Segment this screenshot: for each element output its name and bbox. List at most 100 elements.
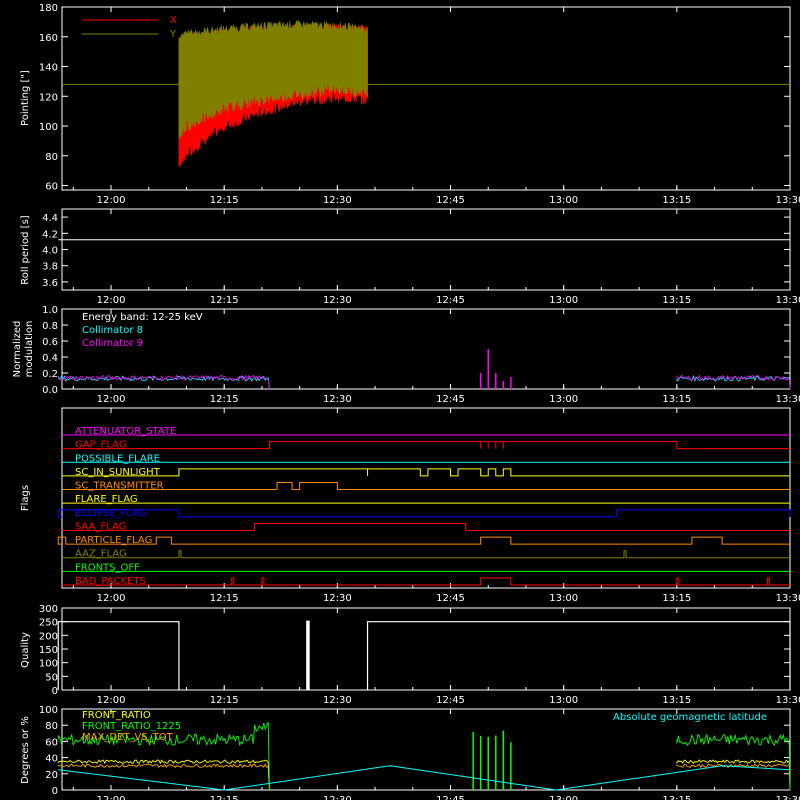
legend-label-collimator-8: Collimator 8 <box>82 325 143 336</box>
ratios-panel: 12:00 12:15 12:30 12:45 13:00 13:15 13:30 0 20 40… <box>20 705 800 800</box>
x-tick-label: 13:30 <box>776 394 800 405</box>
x-tick-label: 12:15 <box>210 695 239 706</box>
y-axis-label: modulation <box>24 321 35 378</box>
x-tick-label: 12:45 <box>436 394 465 405</box>
y-tick-label: 180 <box>39 3 58 14</box>
y-axis-label: Quality <box>20 632 31 668</box>
x-tick-label: 12:30 <box>323 795 352 800</box>
modulation-panel: 12:00 12:15 12:30 12:45 13:00 13:15 13:30 0.0 0.… <box>12 305 800 405</box>
quality-segment <box>306 620 310 690</box>
y-axis-label: Pointing ["] <box>20 70 31 126</box>
modulation-series-1 <box>57 374 270 390</box>
x-tick-label: 13:00 <box>549 795 578 800</box>
modulation-series-1 <box>676 374 791 390</box>
flag-label: FLARE_FLAG <box>75 494 138 505</box>
y-tick-label: 250 <box>39 618 58 629</box>
x-tick-label: 13:30 <box>776 695 800 706</box>
y-tick-label: 40 <box>45 754 58 765</box>
legend-label-max-det: MAX_DET_VS_TOT <box>82 732 174 743</box>
y-tick-label: 4.4 <box>42 213 58 224</box>
x-tick-label: 13:30 <box>776 295 800 306</box>
y-tick-label: 150 <box>39 645 58 656</box>
x-tick-label: 12:45 <box>436 593 465 604</box>
x-tick-label: 12:15 <box>210 295 239 306</box>
ratio-series-0 <box>57 759 270 791</box>
legend-label-latitude: Absolute geomagnetic latitude <box>613 712 767 723</box>
x-tick-label: 13:00 <box>549 695 578 706</box>
flag-trace-sc_transmitter <box>62 482 790 491</box>
latitude-curve <box>58 765 791 791</box>
y-tick-label: 0.2 <box>42 369 58 380</box>
x-tick-label: 13:15 <box>662 394 691 405</box>
x-tick-label: 12:45 <box>436 695 465 706</box>
chart-panels: 12:00 12:15 12:30 12:45 13:00 13:15 13:30 60 80 1… <box>12 3 800 800</box>
y-tick-label: 0.0 <box>42 385 58 396</box>
x-tick-label: 12:45 <box>436 795 465 800</box>
y-tick-label: 120 <box>39 92 58 103</box>
energy-band-label: Energy band: 12-25 keV <box>82 312 203 323</box>
y-tick-label: 4.2 <box>42 229 58 240</box>
y-tick-label: 100 <box>39 659 58 670</box>
x-tick-label: 12:00 <box>97 295 126 306</box>
legend-label-y: Y <box>169 29 177 40</box>
y-tick-label: 80 <box>45 721 58 732</box>
flags-panel: 12:00 12:15 12:30 12:45 13:00 13:15 13:30 Flags… <box>20 407 800 604</box>
y-tick-label: 60 <box>45 737 58 748</box>
quality-panel: 12:00 12:15 12:30 12:45 13:00 13:15 13:30 0 50 10… <box>20 604 800 706</box>
flag-trace-sc_in_sunlight <box>62 468 790 477</box>
x-tick-label: 12:15 <box>210 593 239 604</box>
y-tick-label: 1.0 <box>42 305 58 316</box>
flag-label: GAP_FLAG <box>75 440 127 451</box>
x-tick-label: 12:30 <box>323 695 352 706</box>
y-axis-label: Degrees or % <box>20 716 31 784</box>
y-tick-label: 0 <box>52 686 58 697</box>
y-axis-label: Roll period [s] <box>20 215 31 284</box>
y-tick-label: 300 <box>39 604 58 615</box>
x-tick-label: 12:30 <box>323 295 352 306</box>
legend-label-collimator-9: Collimator 9 <box>82 338 143 349</box>
x-tick-label: 12:30 <box>323 593 352 604</box>
flag-trace-gap_flag <box>62 441 790 450</box>
flag-label: BAD_PACKETS <box>75 576 146 587</box>
flag-trace-eclipse_flag <box>57 509 791 518</box>
x-tick-label: 13:15 <box>662 195 691 206</box>
flag-label: FRONTS_OFF <box>75 562 140 573</box>
y-tick-label: 0.8 <box>42 321 58 332</box>
y-tick-label: 0 <box>52 786 58 797</box>
quality-segment <box>366 621 791 690</box>
x-tick-label: 12:00 <box>97 695 126 706</box>
x-tick-label: 13:15 <box>662 593 691 604</box>
y-tick-label: 140 <box>39 63 58 74</box>
y-tick-label: 20 <box>45 770 58 781</box>
y-tick-label: 160 <box>39 33 58 44</box>
flag-label: POSSIBLE_FLARE <box>75 453 160 464</box>
x-tick-label: 12:30 <box>323 394 352 405</box>
x-tick-label: 12:00 <box>97 394 126 405</box>
y-tick-label: 60 <box>45 182 58 193</box>
flag-trace-bad_packets <box>62 577 790 586</box>
x-tick-label: 13:30 <box>776 195 800 206</box>
x-tick-label: 13:00 <box>549 295 578 306</box>
flag-trace-particle_flag <box>57 536 790 545</box>
x-tick-label: 13:15 <box>662 295 691 306</box>
legend-label-front-ratio: FRONT_RATIO <box>82 710 151 721</box>
y-tick-label: 100 <box>39 705 58 716</box>
x-tick-label: 12:00 <box>97 795 126 800</box>
y-tick-label: 50 <box>45 672 58 683</box>
flag-label: PARTICLE_FLAG <box>75 535 152 546</box>
flag-label: AAZ_FLAG <box>75 549 127 560</box>
ratio-series-2 <box>676 763 791 791</box>
flag-label: SC_TRANSMITTER <box>75 481 164 492</box>
quality-segment <box>57 621 180 690</box>
flag-trace-saa_flag <box>62 522 790 531</box>
y-axis-label: Normalized <box>12 321 23 378</box>
ratio-series-2 <box>57 763 270 791</box>
y-tick-label: 4.0 <box>42 246 58 257</box>
legend-label-x: X <box>170 15 177 26</box>
y-tick-label: 0.4 <box>42 353 58 364</box>
x-tick-label: 12:45 <box>436 295 465 306</box>
x-tick-label: 13:00 <box>549 593 578 604</box>
x-tick-label: 12:15 <box>210 195 239 206</box>
x-tick-label: 12:15 <box>210 795 239 800</box>
flag-label: ECLIPSE_FLAG <box>75 508 146 519</box>
